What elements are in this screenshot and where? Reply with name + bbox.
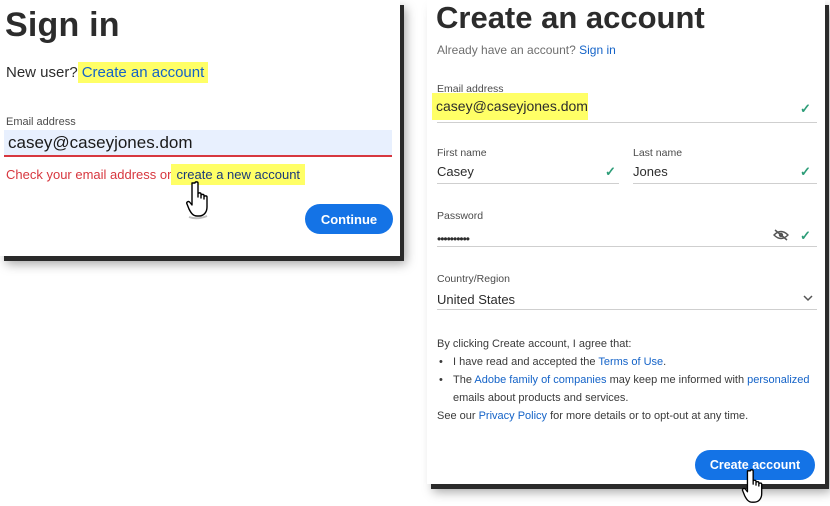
check-icon: ✓ bbox=[605, 164, 616, 179]
terms-of-use-link[interactable]: Terms of Use bbox=[598, 356, 663, 368]
terms-item-1: I have read and accepted the Terms of Us… bbox=[437, 353, 817, 371]
terms-footer-suffix: for more details or to opt-out at any ti… bbox=[550, 410, 749, 422]
check-icon: ✓ bbox=[800, 228, 811, 243]
signin-error-message: Check your email address or create a new… bbox=[6, 164, 306, 185]
terms-footer: See our Privacy Policy for more details … bbox=[437, 407, 817, 425]
hand-pointer-icon bbox=[741, 469, 763, 503]
country-value: United States bbox=[437, 292, 516, 307]
continue-button[interactable]: Continue bbox=[305, 204, 393, 234]
password-label: Password bbox=[437, 210, 484, 222]
first-name-label: First name bbox=[437, 147, 487, 159]
personalized-link[interactable]: personalized bbox=[747, 374, 809, 386]
create-account-panel: Create an account Already have an accoun… bbox=[427, 0, 825, 484]
terms-footer-prefix: See our bbox=[437, 410, 476, 422]
eye-hidden-icon[interactable] bbox=[773, 229, 789, 241]
terms-item-1-suffix: . bbox=[663, 356, 667, 368]
signin-error-text: Check your email address or bbox=[6, 167, 172, 182]
email-field[interactable]: casey@caseyjones.dom bbox=[436, 98, 588, 114]
hand-pointer-icon bbox=[186, 181, 208, 220]
last-name-input[interactable] bbox=[633, 160, 817, 184]
have-account-row: Already have an account? Sign in bbox=[437, 43, 616, 57]
email-underline bbox=[437, 122, 817, 123]
last-name-label: Last name bbox=[633, 147, 683, 159]
terms-item-2-suffix: emails about products and services. bbox=[453, 392, 629, 404]
chevron-down-icon bbox=[803, 295, 813, 302]
country-label: Country/Region bbox=[437, 273, 510, 285]
create-account-link[interactable]: Create an account bbox=[77, 62, 209, 83]
check-icon: ✓ bbox=[800, 101, 811, 116]
new-user-text: New user? bbox=[6, 64, 78, 81]
password-input[interactable] bbox=[437, 223, 817, 247]
signin-email-input[interactable] bbox=[4, 130, 392, 157]
check-icon: ✓ bbox=[800, 164, 811, 179]
terms-item-2-mid: may keep me informed with bbox=[609, 374, 745, 386]
terms-block: By clicking Create account, I agree that… bbox=[437, 335, 817, 425]
have-account-text: Already have an account? bbox=[437, 43, 576, 57]
adobe-family-link[interactable]: Adobe family of companies bbox=[474, 374, 606, 386]
create-account-title: Create an account bbox=[436, 0, 705, 35]
password-mask: •••••••••• bbox=[437, 232, 470, 246]
sign-in-link[interactable]: Sign in bbox=[579, 43, 616, 57]
first-name-input[interactable] bbox=[437, 160, 619, 184]
terms-item-1-text: I have read and accepted the bbox=[453, 356, 596, 368]
signin-email-label: Email address bbox=[6, 116, 76, 128]
privacy-policy-link[interactable]: Privacy Policy bbox=[479, 410, 547, 422]
signin-title: Sign in bbox=[5, 6, 120, 44]
terms-intro: By clicking Create account, I agree that… bbox=[437, 338, 632, 350]
terms-item-2: The Adobe family of companies may keep m… bbox=[437, 371, 817, 407]
new-user-row: New user? Create an account bbox=[6, 62, 209, 83]
terms-item-2-prefix: The bbox=[453, 374, 472, 386]
